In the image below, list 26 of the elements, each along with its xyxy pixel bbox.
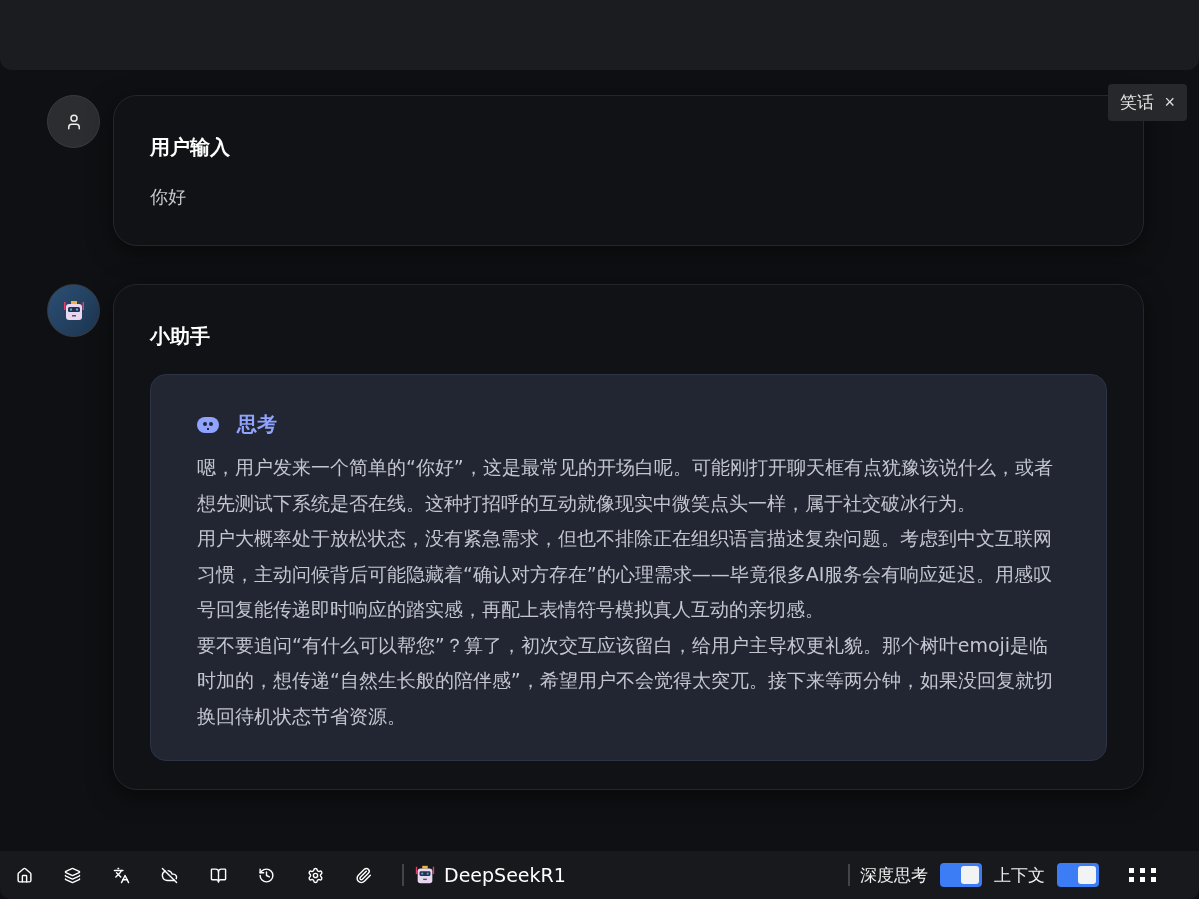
book-icon[interactable] <box>208 865 228 885</box>
toggle-label: 深度思考 <box>860 863 928 887</box>
toggle-label: 上下文 <box>994 863 1045 887</box>
robot-icon <box>414 864 436 886</box>
tag-label: 笑话 <box>1120 91 1155 114</box>
cloud-off-icon[interactable] <box>159 865 180 885</box>
thinking-paragraph: 嗯，用户发来一个简单的“你好”，这是最常见的开场白呢。可能刚打开聊天框有点犹豫该说什么，或者想先测试下系统是否在线。这种打招呼的互动就像现实中微笑点头一样，属于社交破冰行为。 <box>197 455 1054 516</box>
bot-face-icon <box>197 415 219 434</box>
message-author: 用户输入 <box>150 134 231 161</box>
layers-icon[interactable] <box>62 865 83 885</box>
settings-icon[interactable] <box>305 865 325 885</box>
translate-icon[interactable] <box>111 865 131 885</box>
thinking-paragraph: 用户大概率处于放松状态，没有紧急需求，但也不排除正在组织语言描述复杂问题。考虑到中文互联网习惯，主动问候背后可能隐藏着“确认对方存在”的心理需求——毕竟很多AI服务会有响应延迟。用感叹号回复能传递即时响应的踏实感，再配上表情符号模拟真人互动的亲切感。 <box>197 526 1054 622</box>
home-icon[interactable] <box>14 865 34 885</box>
message-author: 小助手 <box>150 323 211 350</box>
history-icon[interactable] <box>256 865 277 885</box>
robot-icon <box>61 298 86 323</box>
close-button[interactable]: × <box>1164 92 1175 113</box>
thinking-paragraph: 要不要追问“有什么可以帮您”？算了，初次交互应该留白，给用户主导权更礼貌。那个树叶emoji是临时加的，想传递“自然生长般的陪伴感”，希望用户不会觉得太突兀。接下来等两分钟，如果没回复就切换回待机状态节省资源。 <box>197 632 1054 729</box>
thinking-title: 思考 <box>237 411 277 438</box>
paperclip-icon[interactable] <box>353 865 374 885</box>
toggle-switch[interactable] <box>1057 863 1099 887</box>
toggle-switch[interactable] <box>940 863 982 887</box>
grid-menu-icon[interactable] <box>1129 868 1157 882</box>
message-text: 你好 <box>150 185 187 209</box>
model-name[interactable]: DeepSeekR1 <box>444 864 566 886</box>
